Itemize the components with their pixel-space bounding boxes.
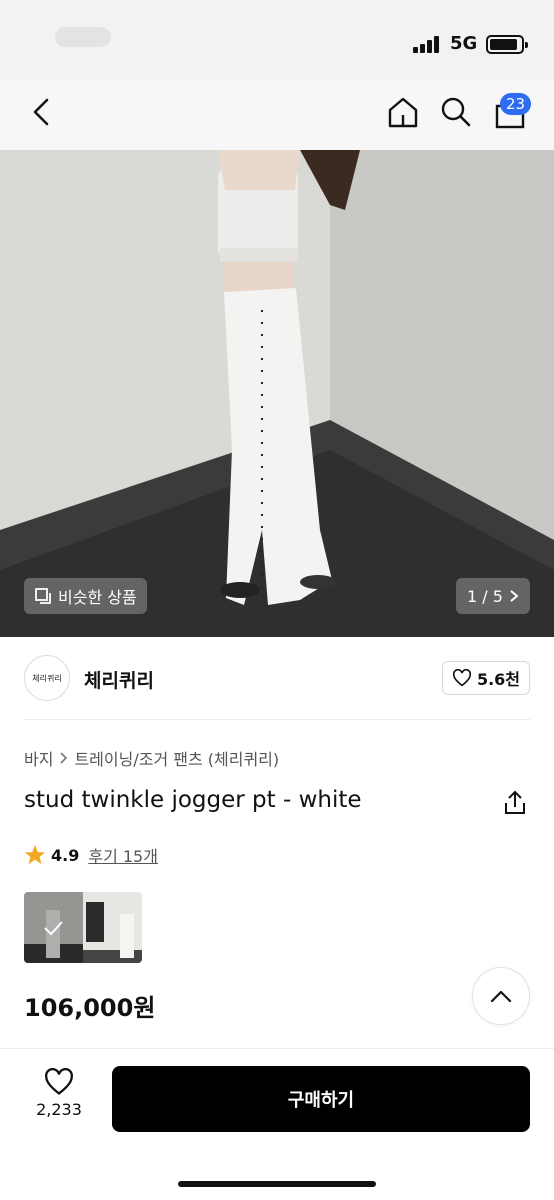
breadcrumb-subcategory[interactable]: 트레이닝/조거 팬츠 (체리퀴리) [74, 746, 279, 770]
similar-icon [35, 588, 51, 604]
buy-button[interactable]: 구매하기 [112, 1066, 530, 1132]
back-icon[interactable] [30, 97, 54, 127]
similar-label: 비슷한 상품 [58, 588, 137, 607]
brand-like-count: 5.6천 [476, 670, 521, 689]
battery-icon [486, 35, 528, 54]
product-title: stud twinkle jogger pt - white [24, 787, 362, 813]
product-image-carousel[interactable]: 비슷한 상품 1 / 5 [0, 150, 554, 637]
wishlist-button[interactable]: 2,233 [24, 1068, 94, 1130]
product-price: 106,000원 [24, 994, 156, 1022]
brand-like-button[interactable]: 5.6천 [442, 661, 530, 695]
star-icon [24, 844, 46, 865]
chevron-right-icon [510, 590, 519, 602]
color-option-thumbnail[interactable] [24, 892, 142, 963]
home-indicator [178, 1181, 376, 1187]
pager-text: 1 / 5 [467, 586, 503, 606]
top-nav [0, 80, 554, 150]
rating-score: 4.9 [51, 845, 80, 865]
signal-icon [413, 36, 441, 53]
brand-logo-text: 체리퀴리 [32, 673, 62, 683]
brand-logo[interactable]: 체리퀴리 [24, 655, 70, 701]
chevron-right-icon [60, 752, 68, 764]
wishlist-count: 2,233 [36, 1100, 82, 1119]
breadcrumb: 바지 트레이닝/조거 팬츠 (체리퀴리) [24, 746, 279, 770]
similar-products-button[interactable]: 비슷한 상품 [24, 578, 147, 614]
product-photo [0, 150, 554, 637]
search-icon[interactable] [440, 96, 472, 128]
heart-icon [452, 669, 471, 687]
network-type: 5G [450, 33, 478, 54]
reviews-link[interactable]: 후기 15개 [88, 843, 158, 867]
heart-icon [45, 1068, 73, 1095]
rating-row: 4.9 후기 15개 [24, 843, 158, 867]
share-icon[interactable] [503, 790, 527, 816]
scroll-top-button[interactable] [472, 967, 530, 1025]
home-icon[interactable] [386, 95, 420, 129]
thumbnail-photo [24, 892, 142, 963]
breadcrumb-category[interactable]: 바지 [24, 746, 53, 770]
chevron-up-icon [490, 990, 512, 1003]
image-pager[interactable]: 1 / 5 [456, 578, 530, 614]
cart-count-badge: 23 [500, 93, 532, 115]
status-bar: 5G [0, 0, 554, 80]
divider [24, 719, 530, 720]
brand-name[interactable]: 체리퀴리 [84, 666, 154, 693]
status-pill [55, 27, 111, 47]
